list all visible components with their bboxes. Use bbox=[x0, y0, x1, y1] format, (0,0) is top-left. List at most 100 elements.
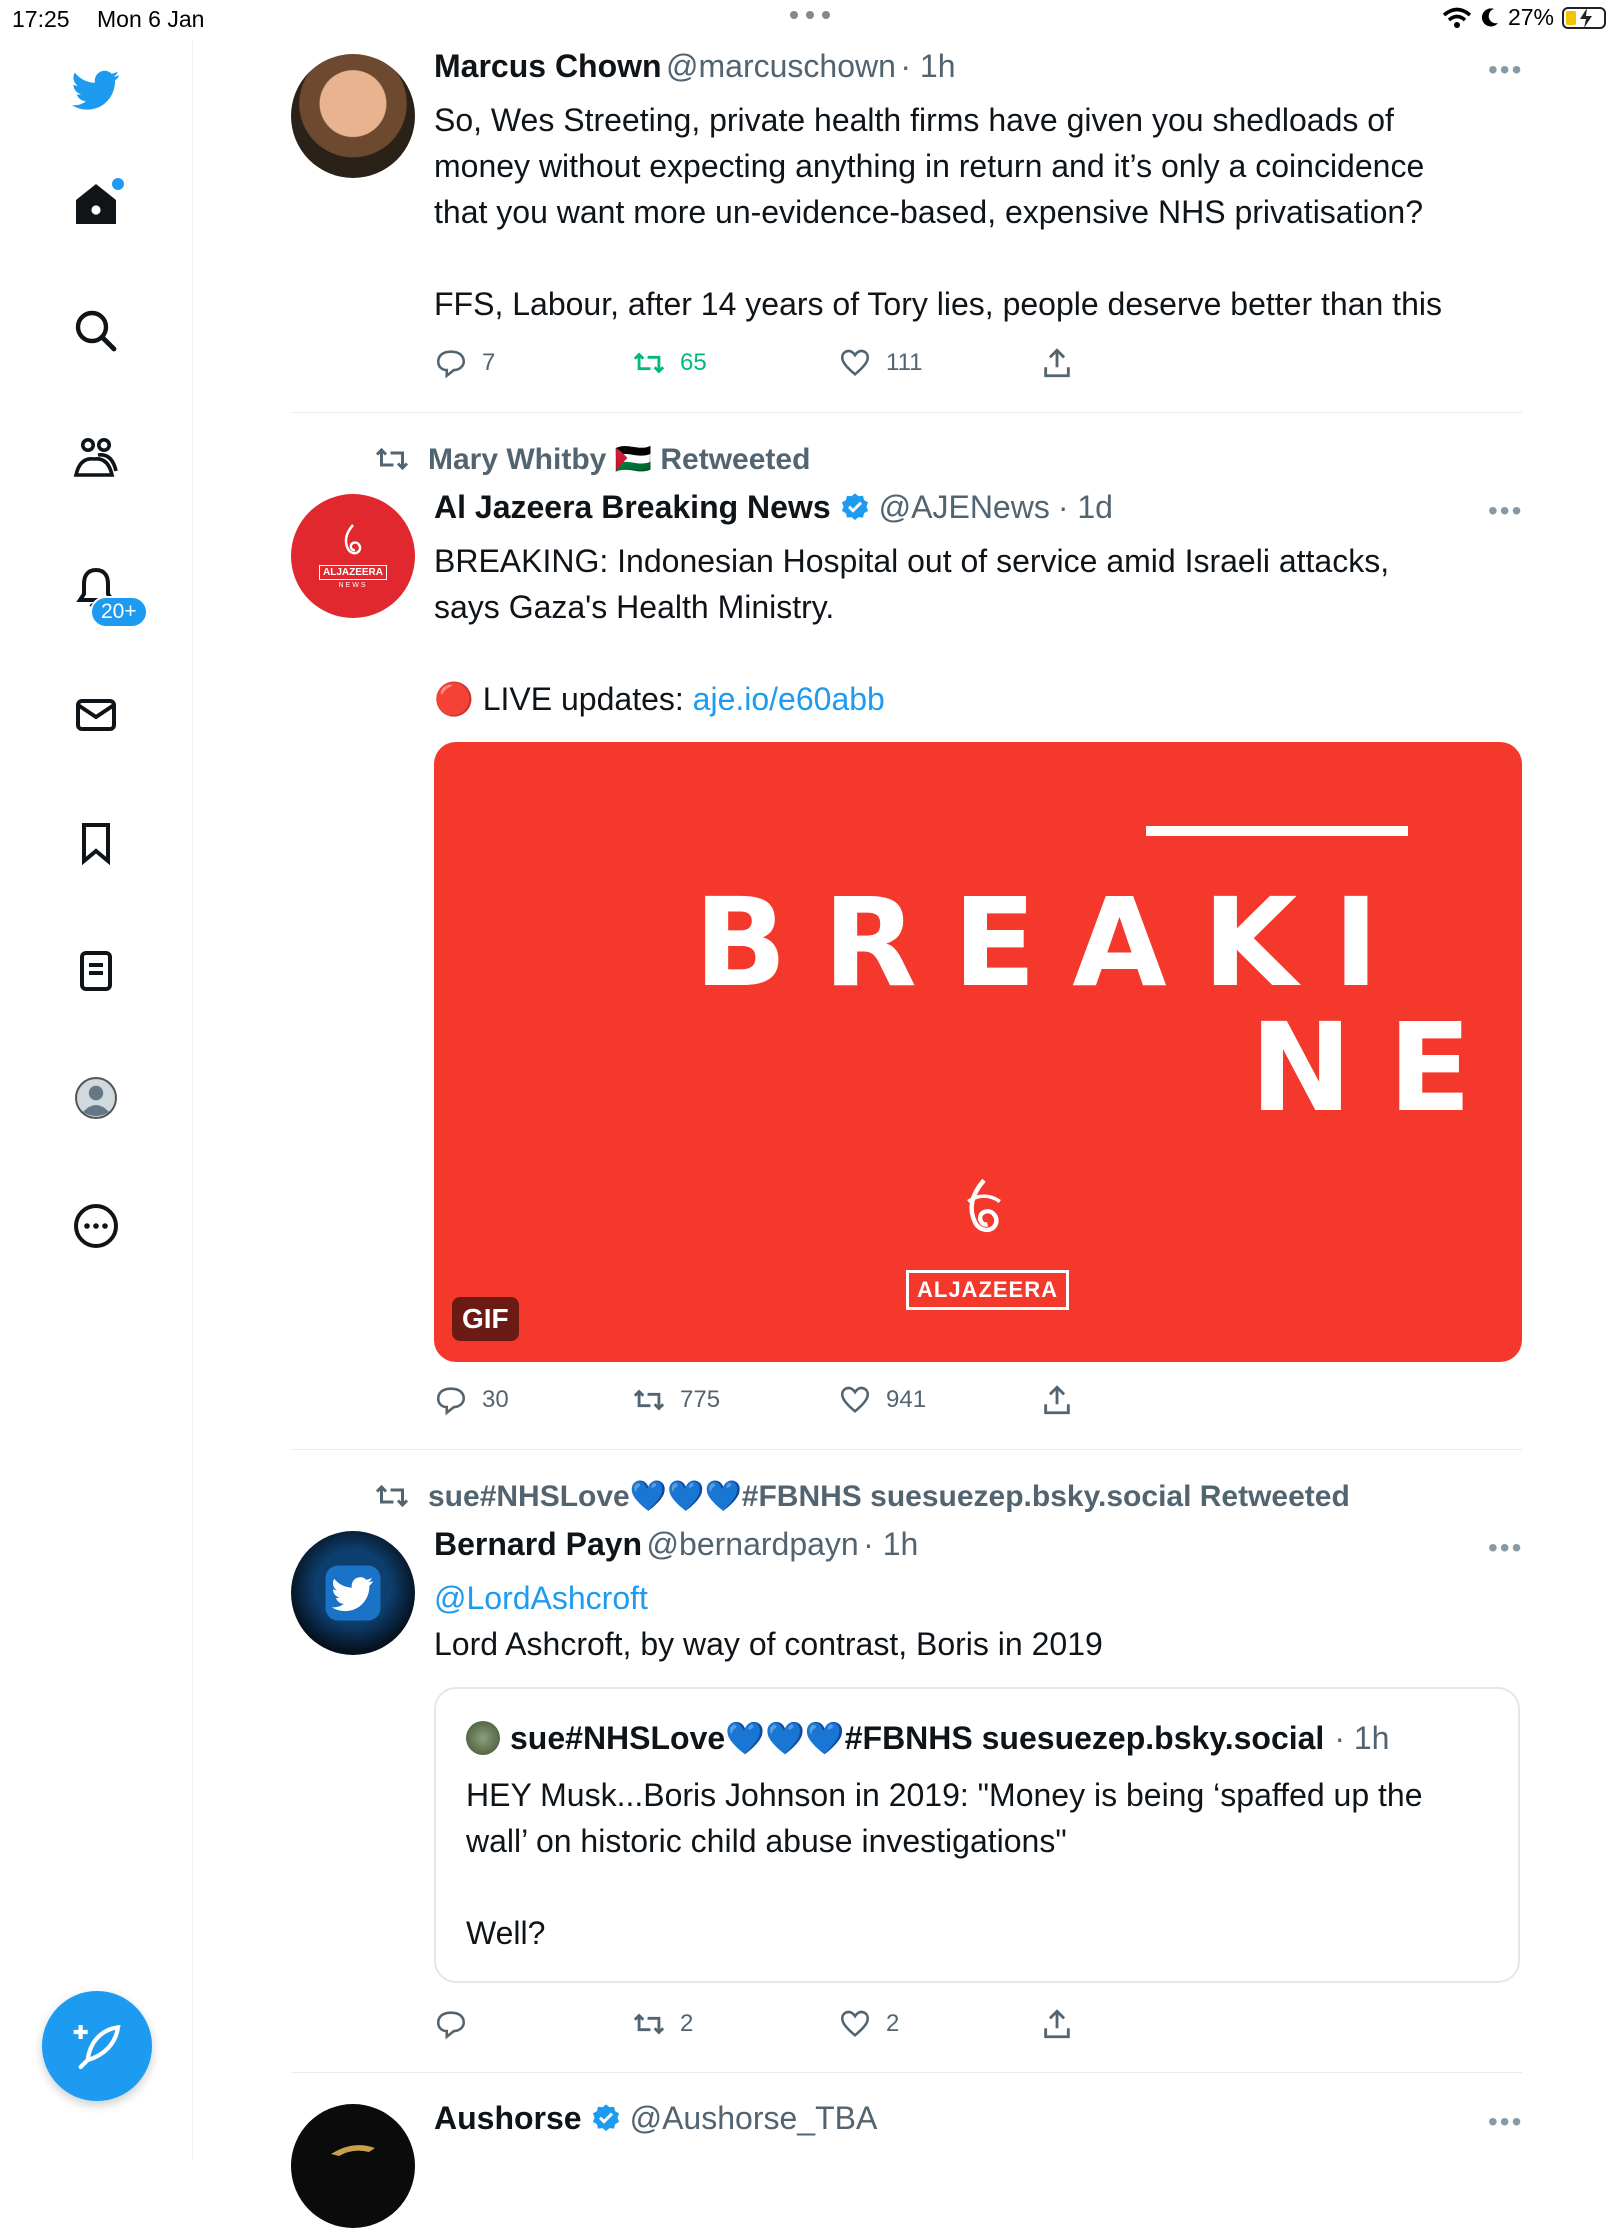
retweeted-by: sue#NHSLove💙💙💙#FBNHS suesuezep.bsky.soci… bbox=[428, 1479, 1350, 1513]
status-date: Mon 6 Jan bbox=[97, 6, 205, 32]
author-handle[interactable]: @bernardpayn bbox=[647, 1526, 859, 1562]
reply-button[interactable]: 30 bbox=[434, 1383, 509, 1417]
like-button[interactable]: 2 bbox=[838, 2007, 899, 2041]
avatar-sub: NEWS bbox=[338, 582, 368, 589]
quote-text-line: wall’ on historic child abuse investigat… bbox=[466, 1823, 1067, 1859]
tweet-header: Al Jazeera Breaking News @AJENews · 1d bbox=[434, 489, 1113, 526]
media-word-breaking: BREAKI bbox=[694, 872, 1415, 1014]
retweet-count: 775 bbox=[680, 1386, 721, 1413]
battery-percent: 27% bbox=[1507, 4, 1554, 30]
tweet-divider bbox=[291, 1449, 1522, 1450]
horse-logo-icon bbox=[331, 2145, 375, 2156]
tweet-text-line: So, Wes Streeting, private health firms … bbox=[434, 102, 1394, 138]
do-not-disturb-icon bbox=[1481, 7, 1498, 26]
avatar-aushorse[interactable] bbox=[291, 2104, 415, 2228]
tweet-time: · 1d bbox=[1057, 489, 1113, 525]
tweet-more-icon[interactable]: ••• bbox=[1488, 54, 1523, 86]
live-prefix: 🔴 LIVE updates: bbox=[434, 681, 693, 717]
author-name[interactable]: Aushorse bbox=[434, 2100, 582, 2137]
profile-avatar-icon[interactable] bbox=[66, 1068, 126, 1128]
avatar-al-jazeera[interactable]: ALJAZEERA NEWS bbox=[291, 494, 415, 618]
quote-text-line: HEY Musk...Boris Johnson in 2019: "Money… bbox=[466, 1777, 1423, 1813]
tweet-text-line: says Gaza's Health Ministry. bbox=[434, 589, 835, 625]
more-options-icon[interactable] bbox=[66, 1196, 126, 1256]
like-button[interactable]: 941 bbox=[838, 1383, 926, 1417]
tweet-body: So, Wes Streeting, private health firms … bbox=[434, 97, 1524, 327]
share-icon bbox=[1044, 348, 1070, 378]
like-count: 111 bbox=[886, 349, 923, 376]
tweet-header: Bernard Payn @bernardpayn · 1h bbox=[434, 1526, 918, 1563]
compose-feather-icon bbox=[73, 2024, 121, 2070]
author-handle[interactable]: @marcuschown bbox=[666, 48, 896, 84]
quote-header: sue#NHSLove💙💙💙#FBNHS suesuezep.bsky.soci… bbox=[466, 1719, 1389, 1757]
retweet-icon bbox=[633, 2013, 665, 2035]
verified-badge-icon bbox=[841, 492, 868, 520]
tweet-text-line: that you want more un-evidence-based, ex… bbox=[434, 194, 1423, 230]
media-brand: ALJAZEERA bbox=[906, 1270, 1070, 1310]
reply-icon bbox=[436, 2011, 466, 2040]
twitter-logo-icon bbox=[325, 1565, 381, 1621]
quote-author-name: sue#NHSLove💙💙💙#FBNHS suesuezep.bsky.soci… bbox=[510, 1720, 1325, 1756]
aljazeera-logo-icon bbox=[344, 524, 362, 555]
avatar-brand: ALJAZEERA bbox=[318, 565, 387, 580]
reply-button[interactable] bbox=[434, 2007, 482, 2041]
author-handle[interactable]: @Aushorse_TBA bbox=[630, 2100, 878, 2137]
reply-button[interactable]: 7 bbox=[434, 346, 495, 380]
quote-text-line: Well? bbox=[466, 1915, 546, 1951]
tweet-header: Aushorse @Aushorse_TBA bbox=[434, 2100, 877, 2137]
communities-icon[interactable] bbox=[66, 429, 126, 489]
twitter-logo-icon[interactable] bbox=[66, 60, 126, 120]
avatar-bernard-payn[interactable] bbox=[291, 1531, 415, 1655]
retweet-count: 65 bbox=[680, 349, 707, 376]
media-word-news: NE bbox=[1250, 997, 1508, 1139]
share-button[interactable] bbox=[1040, 2007, 1074, 2041]
avatar-marcus-chown[interactable] bbox=[291, 54, 415, 178]
author-name[interactable]: Bernard Payn bbox=[434, 1526, 642, 1562]
bookmarks-icon[interactable] bbox=[66, 813, 126, 873]
reply-count: 30 bbox=[482, 1386, 509, 1413]
home-icon[interactable] bbox=[66, 174, 126, 234]
tweet-more-icon[interactable]: ••• bbox=[1488, 495, 1523, 527]
verified-badge-icon bbox=[592, 2103, 619, 2131]
compose-tweet-button[interactable] bbox=[42, 1991, 152, 2101]
live-updates-link[interactable]: aje.io/e60abb bbox=[693, 681, 885, 717]
author-name[interactable]: Al Jazeera Breaking News bbox=[434, 489, 831, 526]
mention-link[interactable]: @LordAshcroft bbox=[434, 1575, 1524, 1621]
retweet-button[interactable]: 2 bbox=[632, 2007, 693, 2041]
like-button[interactable]: 111 bbox=[838, 346, 922, 380]
live-updates-line: 🔴 LIVE updates: aje.io/e60abb bbox=[434, 676, 1524, 722]
retweet-icon bbox=[375, 447, 409, 471]
aljazeera-logo-icon bbox=[967, 1178, 1001, 1233]
notifications-badge: 20+ bbox=[90, 596, 148, 628]
messages-icon[interactable] bbox=[66, 685, 126, 745]
heart-icon bbox=[840, 1386, 870, 1414]
tweet-body: BREAKING: Indonesian Hospital out of ser… bbox=[434, 538, 1524, 722]
retweet-button[interactable]: 65 bbox=[632, 346, 707, 380]
tweet-media-gif[interactable]: BREAKI NE ALJAZEERA GIF bbox=[434, 742, 1522, 1362]
tweet-header: Marcus Chown @marcuschown · 1h bbox=[434, 48, 956, 85]
multitask-dots-icon[interactable] bbox=[788, 10, 832, 20]
tweet-text-line: FFS, Labour, after 14 years of Tory lies… bbox=[434, 286, 1442, 322]
battery-icon bbox=[1562, 6, 1606, 29]
tweet-more-icon[interactable]: ••• bbox=[1488, 1532, 1523, 1564]
share-button[interactable] bbox=[1040, 346, 1074, 380]
lists-icon[interactable] bbox=[66, 941, 126, 1001]
share-button[interactable] bbox=[1040, 1383, 1074, 1417]
heart-icon bbox=[840, 2010, 870, 2038]
retweet-button[interactable]: 775 bbox=[632, 1383, 720, 1417]
search-icon[interactable] bbox=[66, 301, 126, 361]
tweet-more-icon[interactable]: ••• bbox=[1488, 2106, 1523, 2138]
retweet-context[interactable]: Mary Whitby 🇵🇸 Retweeted bbox=[374, 441, 810, 477]
tweet-divider bbox=[291, 2072, 1522, 2073]
tweet-body: @LordAshcroft Lord Ashcroft, by way of c… bbox=[434, 1575, 1524, 1667]
tweet-time: · 1h bbox=[863, 1526, 919, 1562]
author-handle[interactable]: @AJENews bbox=[879, 489, 1050, 526]
quote-body: HEY Musk...Boris Johnson in 2019: "Money… bbox=[466, 1772, 1506, 1956]
reply-icon bbox=[436, 1387, 466, 1416]
quoted-tweet[interactable]: sue#NHSLove💙💙💙#FBNHS suesuezep.bsky.soci… bbox=[434, 1687, 1520, 1983]
retweet-icon bbox=[633, 1389, 665, 1411]
retweet-context[interactable]: sue#NHSLove💙💙💙#FBNHS suesuezep.bsky.soci… bbox=[374, 1478, 1350, 1514]
author-name[interactable]: Marcus Chown bbox=[434, 48, 662, 84]
reply-icon bbox=[436, 350, 466, 379]
quote-avatar bbox=[466, 1721, 500, 1755]
